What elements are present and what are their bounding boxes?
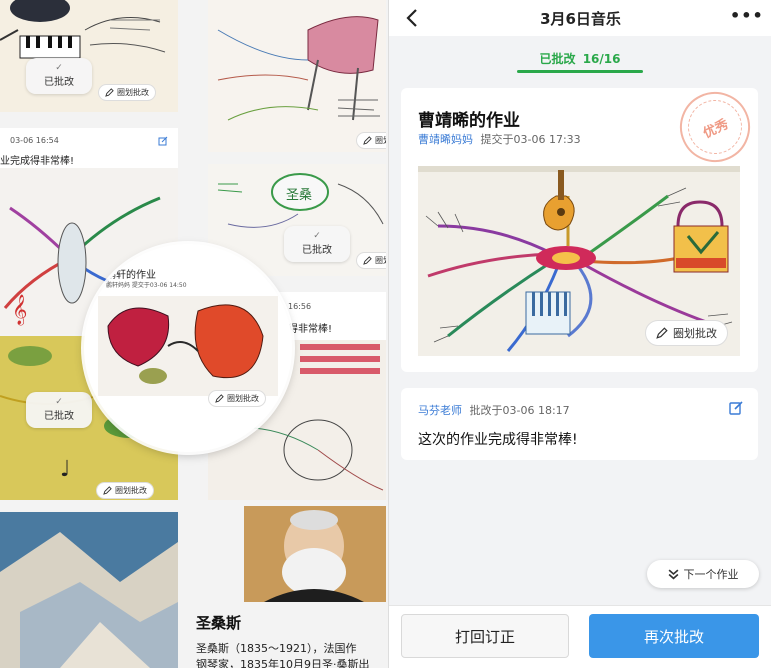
- comment-meta: 马芬老师 批改于03-06 18:17: [418, 402, 570, 418]
- bio-line-2: 钢琴家，1835年10月9日圣·桑斯出: [196, 658, 370, 668]
- stamp-label: 优秀: [679, 91, 751, 163]
- check-icon: ✓: [55, 397, 63, 407]
- tab-reviewed-count: 16/16: [582, 52, 621, 66]
- submitted-time: 03-06 16:54: [10, 136, 59, 145]
- reviewed-label: 已批改: [302, 245, 332, 256]
- regrade-button[interactable]: 再次批改: [589, 614, 759, 658]
- mark-review-button[interactable]: 圈划批改: [645, 320, 728, 346]
- mark-label: 圈划批改: [115, 486, 147, 495]
- check-icon: ✓: [313, 231, 321, 241]
- submitted-prefix: 提交于: [480, 133, 514, 146]
- mark-button-small[interactable]: 圈划批改: [356, 132, 386, 149]
- pen-icon: [656, 327, 668, 339]
- status-tab-bar: 已批改 16/16: [389, 36, 771, 80]
- homework-title: 曹靖晞的作业: [418, 111, 520, 131]
- composer-name: 圣桑斯: [196, 614, 242, 632]
- composer-bio: 圣桑斯（1835～1921），法国作 钢琴家，1835年10月9日圣·桑斯出: [196, 641, 388, 668]
- mark-label: 圈划批改: [375, 256, 386, 265]
- submitted-time: 03-06 17:33: [513, 133, 581, 146]
- more-options-icon[interactable]: •••: [730, 6, 763, 30]
- mark-button-small[interactable]: 圈划批改: [356, 252, 386, 269]
- reviewed-label: 已批改: [44, 77, 74, 88]
- composer-portrait: [244, 506, 386, 602]
- top-nav-bar: 3月6日音乐 •••: [389, 0, 771, 36]
- collage-card-harp[interactable]: 圈划批改: [208, 0, 386, 152]
- reviewed-pill: ✓ 已批改: [26, 58, 92, 94]
- reviewed-prefix: 批改于: [469, 404, 503, 417]
- next-homework-button[interactable]: 下一个作业: [647, 560, 759, 588]
- pen-icon: [363, 136, 372, 145]
- tab-active-indicator: [517, 70, 643, 73]
- mark-review-label: 圈划批改: [673, 327, 717, 340]
- comment-text: 这次的作业完成得非常棒!: [418, 432, 578, 448]
- pen-icon: [215, 394, 224, 403]
- homework-collage: ✓ 已批改 圈划批改 圈划批改: [0, 0, 388, 668]
- abstract-art-image: [0, 512, 178, 668]
- submitted-time: 16:56: [288, 302, 312, 311]
- homework-photo[interactable]: 圈划批改: [418, 166, 740, 356]
- teacher-name[interactable]: 马芬老师: [418, 404, 462, 417]
- comment-text: 得非常棒!: [288, 324, 333, 335]
- zoom-leaves-drawing: [98, 296, 278, 396]
- tab-reviewed-label: 已批改: [539, 52, 576, 66]
- reviewed-pill: ✓ 已批改: [284, 226, 350, 262]
- check-icon: ✓: [55, 63, 63, 73]
- mark-label: 圈划批改: [117, 88, 149, 97]
- teacher-comment-card: 马芬老师 批改于03-06 18:17 这次的作业完成得非常棒!: [401, 388, 758, 460]
- reviewed-label: 已批改: [44, 411, 74, 422]
- mark-label: 圈划批改: [375, 136, 386, 145]
- return-for-correction-button[interactable]: 打回订正: [401, 614, 569, 658]
- pen-icon: [363, 256, 372, 265]
- homework-meta: 曹靖晞妈妈 提交于03-06 17:33: [418, 131, 581, 147]
- svg-text:♩: ♩: [60, 457, 70, 482]
- zoom-magnifier: 鹏轩的作业 鹏轩妈妈 提交于03-06 14:50 圈划批改: [84, 244, 292, 452]
- excellent-stamp: 优秀: [668, 88, 758, 174]
- mark-label: 圈划批改: [227, 394, 259, 403]
- pen-icon: [105, 88, 114, 97]
- comment-text: 业完成得非常棒!: [0, 156, 75, 167]
- zoom-homework-title: 鹏轩的作业: [106, 270, 156, 281]
- collage-card-piano[interactable]: ✓ 已批改 圈划批改: [0, 0, 178, 112]
- bio-line-1: 圣桑斯（1835～1921），法国作: [196, 642, 357, 655]
- sketch-label: 圣桑: [286, 188, 313, 203]
- harp-drawing: [208, 0, 386, 152]
- zoom-homework-meta: 鹏轩妈妈 提交于03-06 14:50: [106, 282, 187, 289]
- edit-icon[interactable]: [158, 136, 168, 146]
- pen-icon: [103, 486, 112, 495]
- tab-reviewed[interactable]: 已批改 16/16: [517, 50, 643, 67]
- svg-text:𝄞: 𝄞: [12, 294, 27, 326]
- reviewed-pill: ✓ 已批改: [26, 392, 92, 428]
- submitter-name[interactable]: 曹靖晞妈妈: [418, 133, 473, 146]
- zoom-mark-button[interactable]: 圈划批改: [208, 390, 266, 407]
- homework-review-screen: 3月6日音乐 ••• 已批改 16/16 曹靖晞的作业 曹靖晞妈妈 提交于03-…: [388, 0, 771, 668]
- double-chevron-down-icon: [668, 568, 678, 579]
- next-homework-label: 下一个作业: [683, 568, 739, 581]
- mark-button-small[interactable]: 圈划批改: [98, 84, 156, 101]
- homework-card: 曹靖晞的作业 曹靖晞妈妈 提交于03-06 17:33 优秀 圈划批改: [401, 88, 758, 372]
- reviewed-time: 03-06 18:17: [502, 404, 570, 417]
- edit-comment-icon[interactable]: [728, 400, 744, 416]
- page-title: 3月6日音乐: [540, 10, 621, 28]
- mark-button-small[interactable]: 圈划批改: [96, 482, 154, 499]
- bottom-action-bar: 打回订正 再次批改: [389, 605, 771, 668]
- screenshot-stage: ✓ 已批改 圈划批改 圈划批改: [0, 0, 771, 668]
